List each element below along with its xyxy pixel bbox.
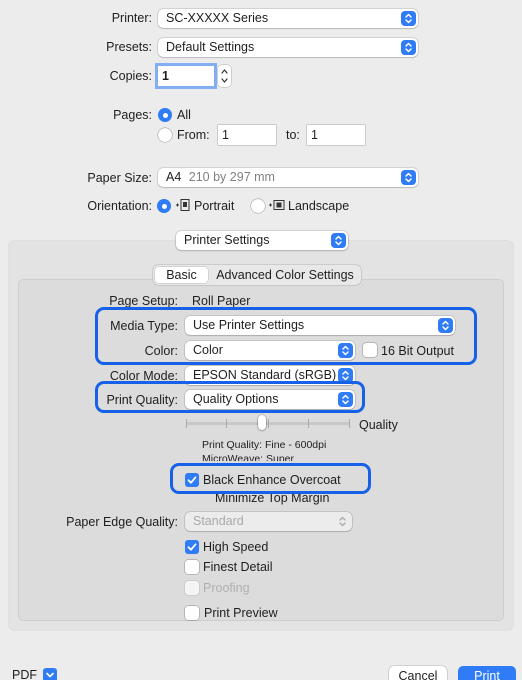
finest-detail-label: Finest Detail: [203, 560, 273, 574]
print-preview-checkbox[interactable]: [185, 606, 199, 620]
copies-label: Copies:: [109, 69, 152, 83]
portrait-label: Portrait: [194, 199, 235, 213]
pages-from-label: From:: [177, 128, 210, 142]
pages-all-label: All: [177, 108, 191, 122]
printer-select[interactable]: SC-XXXXX Series: [158, 9, 418, 28]
paper-size-label: Paper Size:: [87, 171, 152, 185]
media-type-select[interactable]: Use Printer Settings: [185, 316, 455, 335]
high-speed-checkbox[interactable]: [185, 540, 199, 554]
copies-stepper[interactable]: [218, 65, 231, 87]
quality-slider-label: Quality: [359, 418, 398, 432]
color-select[interactable]: Color: [185, 341, 355, 360]
color-mode-label: Color Mode:: [109, 369, 178, 383]
print-button[interactable]: Print: [458, 666, 516, 680]
presets-label: Presets:: [106, 40, 152, 54]
minimize-margin-label: Minimize Top Margin: [215, 494, 330, 505]
pages-all-radio[interactable]: [158, 108, 172, 122]
page-setup-label: Page Setup:: [109, 294, 178, 308]
quality-info: Print Quality: Fine - 600dpi: [202, 439, 327, 451]
paper-edge-label: Paper Edge Quality:: [66, 515, 178, 529]
chevron-down-icon: [43, 667, 58, 680]
slider-knob[interactable]: [258, 415, 266, 430]
presets-value: Default Settings: [166, 40, 255, 54]
orientation-label: Orientation:: [87, 199, 152, 213]
quality-slider[interactable]: [186, 415, 350, 430]
microweave-info: MicroWeave: Super: [202, 453, 295, 461]
copies-field[interactable]: 1: [158, 66, 214, 86]
pages-from-radio[interactable]: [158, 128, 172, 142]
updown-chevron-icon: [401, 40, 416, 55]
stepper-arrows-icon: [221, 69, 228, 83]
checkmark-icon: [187, 476, 197, 484]
bit-output-label: 16 Bit Output: [381, 344, 454, 358]
high-speed-label: High Speed: [203, 540, 269, 554]
page-setup-value: Roll Paper: [192, 294, 251, 308]
updown-chevron-icon: [338, 368, 353, 383]
updown-chevron-icon: [335, 514, 350, 529]
print-preview-label: Print Preview: [204, 606, 278, 620]
paper-size-select[interactable]: A4 210 by 297 mm: [158, 168, 418, 187]
portrait-radio[interactable]: [157, 199, 171, 213]
updown-chevron-icon: [331, 233, 346, 248]
updown-chevron-icon: [401, 11, 416, 26]
printer-value: SC-XXXXX Series: [166, 11, 269, 25]
paper-edge-select[interactable]: Standard: [185, 512, 352, 531]
landscape-radio[interactable]: [251, 199, 265, 213]
pages-from-field[interactable]: 1: [218, 125, 276, 145]
updown-chevron-icon: [401, 170, 416, 185]
tab-basic[interactable]: Basic: [155, 267, 208, 283]
pages-to-field[interactable]: 1: [307, 125, 365, 145]
printer-label: Printer:: [111, 11, 152, 25]
media-type-label: Media Type:: [110, 319, 178, 333]
tab-advanced[interactable]: Advanced Color Settings: [210, 267, 360, 283]
pdf-menu-button[interactable]: PDF: [12, 666, 58, 680]
pages-to-label: to:: [286, 128, 300, 142]
pages-label: Pages:: [113, 108, 152, 122]
finest-detail-checkbox[interactable]: [185, 560, 199, 574]
proofing-checkbox[interactable]: [185, 581, 199, 595]
color-mode-select[interactable]: EPSON Standard (sRGB): [185, 366, 355, 385]
checkmark-icon: [187, 543, 197, 551]
black-enhance-checkbox[interactable]: [185, 473, 199, 487]
updown-chevron-icon: [338, 343, 353, 358]
landscape-label: Landscape: [288, 199, 350, 213]
color-label: Color:: [144, 344, 178, 358]
proofing-label: Proofing: [203, 581, 250, 595]
portrait-icon: [175, 198, 191, 216]
print-quality-label: Print Quality:: [106, 393, 178, 407]
section-select[interactable]: Printer Settings: [176, 231, 348, 250]
bit-output-checkbox[interactable]: [363, 343, 377, 357]
presets-select[interactable]: Default Settings: [158, 38, 418, 57]
black-enhance-label: Black Enhance Overcoat: [203, 473, 341, 487]
updown-chevron-icon: [338, 392, 353, 407]
landscape-icon: [268, 198, 285, 216]
updown-chevron-icon: [438, 318, 453, 333]
print-quality-select[interactable]: Quality Options: [185, 390, 355, 409]
cancel-button[interactable]: Cancel: [389, 666, 447, 680]
